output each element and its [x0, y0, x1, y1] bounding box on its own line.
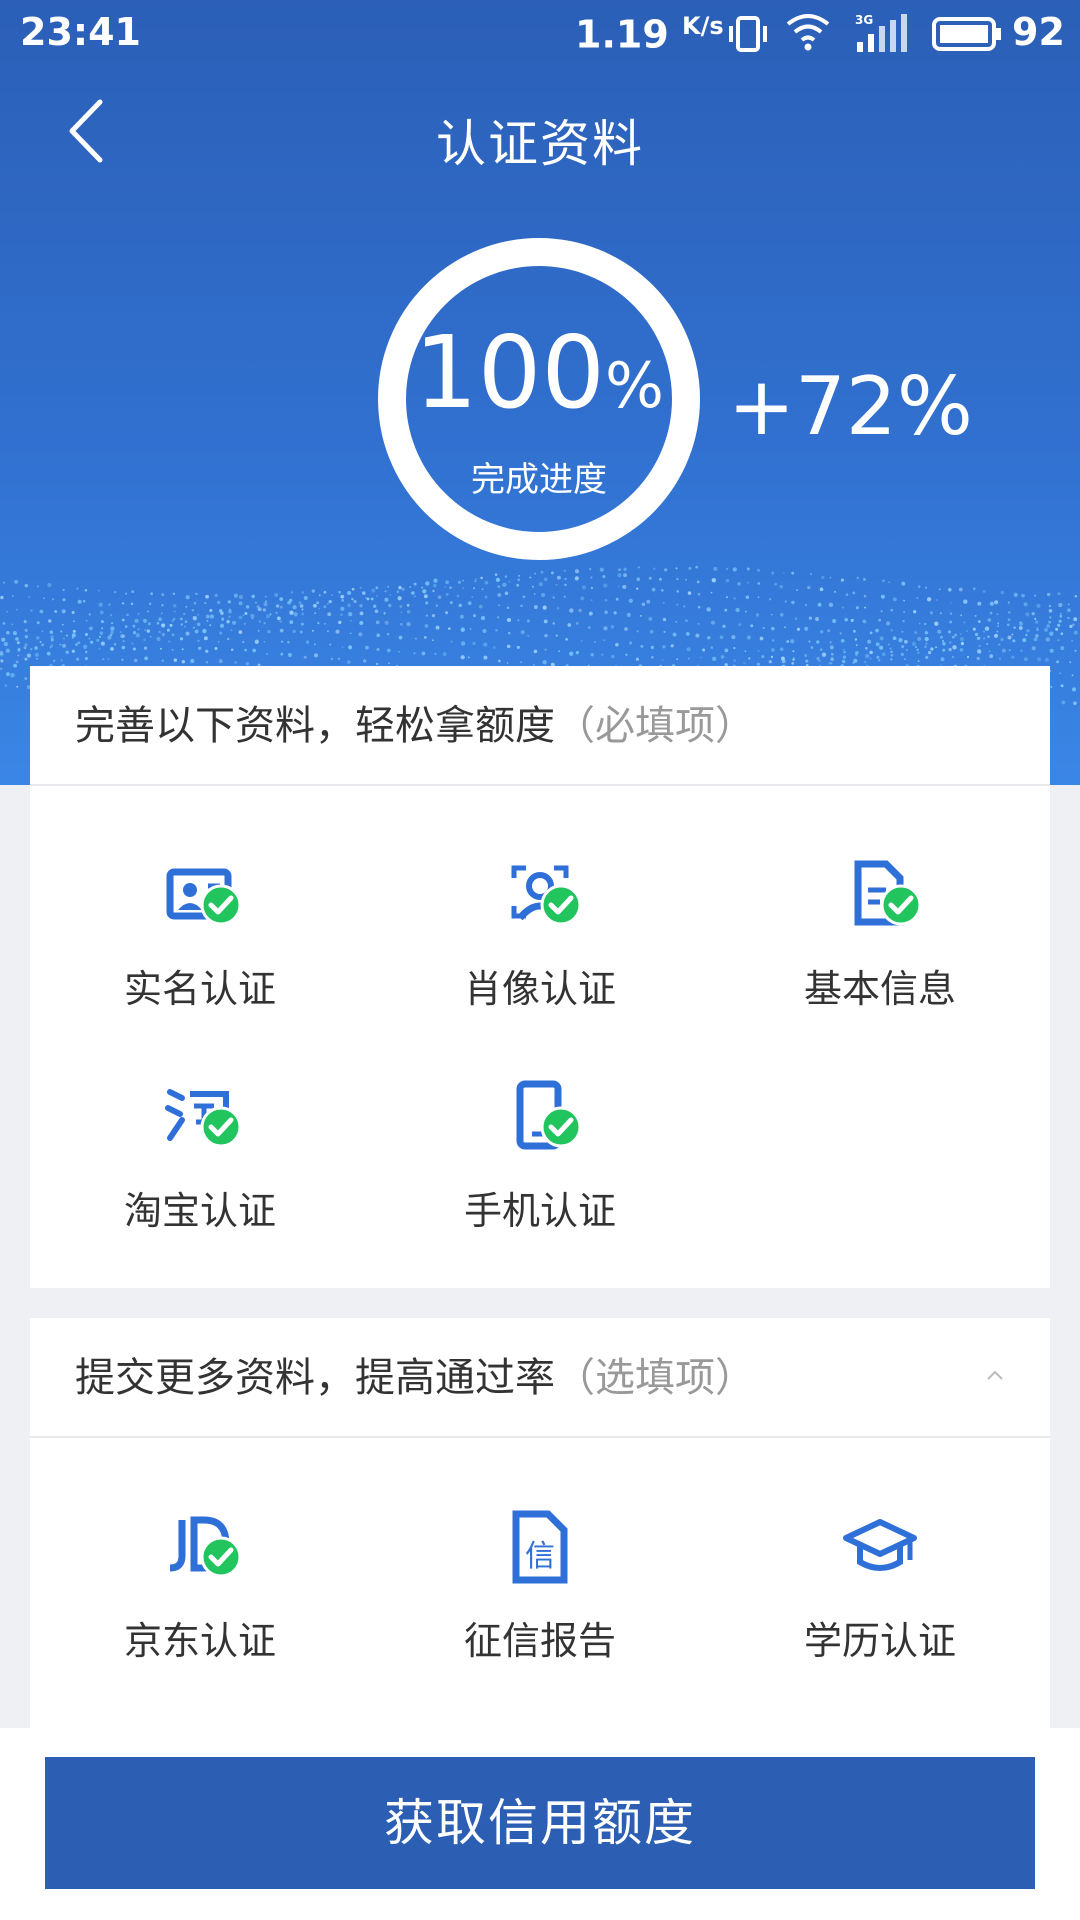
svg-text:3G: 3G [855, 13, 873, 27]
verify-item-label: 京东认证 [123, 1619, 276, 1663]
optional-section-header[interactable]: 提交更多资料，提高通过率（选填项） [30, 1318, 1050, 1438]
svg-text:信: 信 [525, 1539, 555, 1574]
battery-icon [932, 17, 1001, 51]
credit-report-icon: 信 [512, 1510, 568, 1584]
verify-item-label: 基本信息 [803, 967, 956, 1011]
status-bar: 23:41 1.19 K/s 3G 92 [0, 0, 1080, 68]
verify-item-jd[interactable]: 京东认证 [30, 1508, 370, 1665]
verify-item-phone[interactable]: 手机认证 [370, 1078, 710, 1235]
verify-item-education[interactable]: 学历认证 [710, 1508, 1050, 1665]
verify-item-label: 实名认证 [123, 967, 276, 1011]
check-icon [540, 1106, 582, 1148]
network-speed: 1.19 K/s [575, 12, 724, 57]
verify-item-realname[interactable]: 实名认证 [30, 856, 370, 1013]
progress-value: 100% [414, 314, 664, 431]
verify-item-portrait[interactable]: 肖像认证 [370, 856, 710, 1013]
verify-item-label: 淘宝认证 [123, 1189, 276, 1233]
verify-item-label: 肖像认证 [463, 967, 616, 1011]
verify-item-label: 征信报告 [463, 1619, 616, 1663]
wifi-icon [786, 14, 830, 51]
check-icon [200, 884, 242, 926]
graduation-cap-icon [843, 1519, 917, 1571]
progress-delta: +72% [728, 360, 973, 453]
required-section-title: 完善以下资料，轻松拿额度 [75, 703, 555, 749]
required-info-card: 完善以下资料，轻松拿额度（必填项） 实名认证 肖像认证 基本信息 淘宝认证 手机… [30, 666, 1050, 1288]
chevron-up-icon[interactable] [985, 1368, 1005, 1382]
optional-info-card: 提交更多资料，提高通过率（选填项） 京东认证 信 征信报告 学历认证 [30, 1318, 1050, 1728]
verify-item-credit-report[interactable]: 信 征信报告 [370, 1508, 710, 1665]
get-credit-limit-button[interactable]: 获取信用额度 [45, 1757, 1035, 1889]
optional-section-hint: （选填项） [555, 1355, 755, 1401]
check-icon [540, 884, 582, 926]
battery-level: 92 [1012, 10, 1065, 54]
required-section-hint: （必填项） [555, 703, 755, 749]
check-icon [200, 1106, 242, 1148]
required-section-header: 完善以下资料，轻松拿额度（必填项） [30, 666, 1050, 786]
verify-item-label: 手机认证 [463, 1189, 616, 1233]
verify-item-taobao[interactable]: 淘宝认证 [30, 1078, 370, 1235]
status-time: 23:41 [20, 10, 141, 54]
check-icon [200, 1536, 242, 1578]
optional-section-title: 提交更多资料，提高通过率 [75, 1355, 555, 1401]
signal-icon: 3G [855, 13, 907, 52]
check-icon [880, 884, 922, 926]
verify-item-label: 学历认证 [803, 1619, 956, 1663]
progress-label: 完成进度 [471, 460, 607, 500]
vibrate-icon [729, 16, 767, 52]
verify-item-basic-info[interactable]: 基本信息 [710, 856, 1050, 1013]
page-title: 认证资料 [436, 115, 644, 173]
